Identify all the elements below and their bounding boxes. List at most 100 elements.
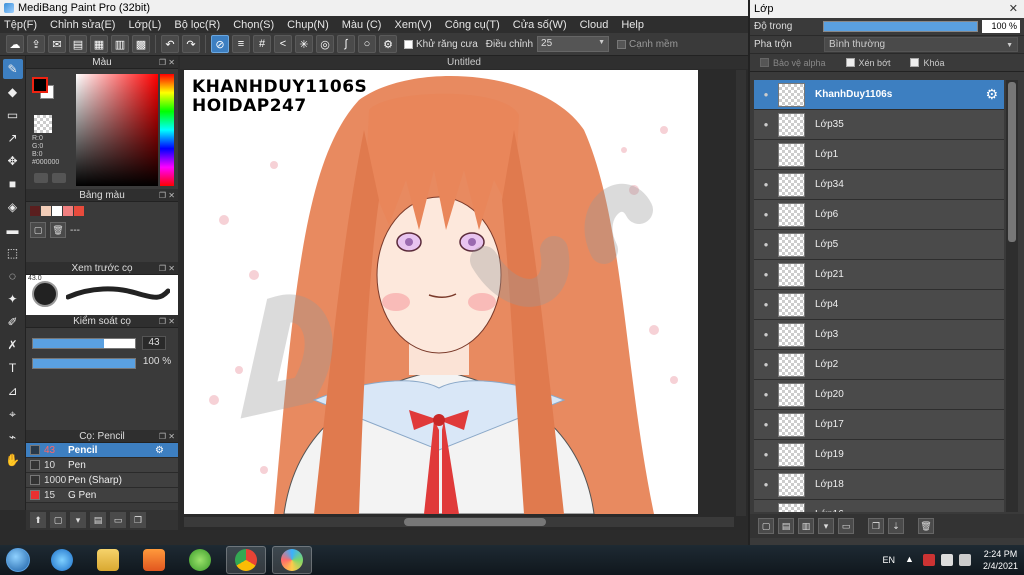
antialias-checkbox[interactable] bbox=[404, 39, 413, 49]
brush-item[interactable]: 10 Pen bbox=[26, 458, 178, 473]
palette-swatch[interactable] bbox=[74, 206, 84, 216]
brush-size-value[interactable]: 43 bbox=[142, 336, 166, 350]
lasso-tool-icon[interactable]: ◌ bbox=[3, 266, 23, 286]
panel-pin-icon[interactable]: ❐ ✕ bbox=[159, 189, 175, 202]
undo-icon[interactable]: ↶ bbox=[161, 35, 179, 53]
bucket-tool-icon[interactable]: ◈ bbox=[3, 197, 23, 217]
select-eraser-tool-icon[interactable]: ✗ bbox=[3, 335, 23, 355]
menu-cloud[interactable]: Cloud bbox=[580, 19, 609, 31]
brush-folder-icon[interactable]: ▭ bbox=[110, 512, 126, 528]
visibility-eye-icon[interactable]: ● bbox=[754, 420, 778, 429]
eraser-tool-icon[interactable]: ◆ bbox=[3, 82, 23, 102]
grid-snap-icon[interactable]: # bbox=[253, 35, 271, 53]
comment-icon[interactable]: ✉ bbox=[48, 35, 66, 53]
hand-tool-icon[interactable]: ✋ bbox=[3, 450, 23, 470]
palette-swatch[interactable] bbox=[41, 206, 51, 216]
dot-tool-icon[interactable]: ↗ bbox=[3, 128, 23, 148]
menu-color[interactable]: Màu (C) bbox=[342, 19, 382, 31]
taskbar-media[interactable] bbox=[134, 546, 174, 574]
layer-item[interactable]: ● Lớp35 bbox=[754, 110, 1004, 140]
select-rect-tool-icon[interactable]: ⬚ bbox=[3, 243, 23, 263]
palette-swatch[interactable] bbox=[63, 206, 73, 216]
panel-pin-icon[interactable]: ❐ ✕ bbox=[159, 262, 175, 275]
layer-item[interactable]: ● Lớp6 bbox=[754, 200, 1004, 230]
taskbar-chrome[interactable] bbox=[226, 546, 266, 574]
palette-swatch[interactable] bbox=[30, 206, 40, 216]
start-button[interactable] bbox=[0, 546, 36, 574]
layer-item[interactable]: ● Lớp21 bbox=[754, 260, 1004, 290]
new-brush-icon[interactable]: ▢ bbox=[50, 512, 66, 528]
focus-snap-icon[interactable]: < bbox=[274, 35, 292, 53]
canvas-horizontal-scrollbar[interactable] bbox=[184, 517, 734, 527]
layer-list-scrollbar[interactable] bbox=[1006, 80, 1018, 512]
visibility-eye-icon[interactable]: ● bbox=[754, 300, 778, 309]
parallel-snap-icon[interactable]: ≡ bbox=[232, 35, 250, 53]
redo-icon[interactable]: ↷ bbox=[182, 35, 200, 53]
divide-tool-icon[interactable]: ⊿ bbox=[3, 381, 23, 401]
transparent-color-swatch[interactable] bbox=[34, 115, 52, 133]
taskbar-explorer[interactable] bbox=[88, 546, 128, 574]
visibility-eye-icon[interactable]: ● bbox=[754, 90, 778, 99]
eyedropper2-tool-icon[interactable]: ⌁ bbox=[3, 427, 23, 447]
menu-snap[interactable]: Chụp(N) bbox=[287, 19, 329, 31]
menu-help[interactable]: Help bbox=[621, 19, 644, 31]
close-icon[interactable]: ✕ bbox=[1009, 0, 1018, 18]
taskbar-medibang[interactable] bbox=[272, 546, 312, 574]
panel-pin-icon[interactable]: ❐ ✕ bbox=[159, 56, 175, 69]
new-palette-icon[interactable]: ▢ bbox=[30, 222, 46, 238]
lock-checkbox[interactable]: Khóa bbox=[910, 58, 945, 68]
layer-item[interactable]: ● Lớp34 bbox=[754, 170, 1004, 200]
scroll-thumb[interactable] bbox=[404, 518, 546, 526]
menu-window[interactable]: Cửa số(W) bbox=[513, 19, 567, 31]
clipping-checkbox[interactable]: Xén bớt bbox=[845, 58, 890, 68]
upload-icon[interactable]: ⇪ bbox=[27, 35, 45, 53]
scroll-thumb[interactable] bbox=[1008, 82, 1016, 242]
cloud-icon[interactable]: ☁ bbox=[6, 35, 24, 53]
move-tool-icon[interactable]: ✥ bbox=[3, 151, 23, 171]
new-halftone-layer-icon[interactable]: ▤ bbox=[778, 518, 794, 534]
adjust-select[interactable]: 25 bbox=[537, 36, 610, 52]
visibility-eye-icon[interactable]: ● bbox=[754, 120, 778, 129]
brush-size-slider[interactable] bbox=[32, 337, 136, 349]
volume-icon[interactable] bbox=[958, 554, 971, 566]
radial-snap-icon[interactable]: ✳ bbox=[295, 35, 313, 53]
layer-item[interactable]: ● Lớp5 bbox=[754, 230, 1004, 260]
menu-filter[interactable]: Bộ lọc(R) bbox=[174, 19, 220, 31]
grid-icon[interactable]: ▩ bbox=[132, 35, 150, 53]
menu-file[interactable]: Tệp(F) bbox=[4, 19, 37, 31]
saturation-value-box[interactable] bbox=[76, 74, 158, 186]
color-swap-button[interactable] bbox=[52, 173, 66, 183]
add-brush-icon[interactable]: ⬆ bbox=[30, 512, 46, 528]
layer-item[interactable]: ● Lớp2 bbox=[754, 350, 1004, 380]
document-icon[interactable]: ▦ bbox=[90, 35, 108, 53]
document-tab[interactable]: Untitled bbox=[180, 56, 748, 69]
gear-icon[interactable]: ⚙ bbox=[155, 445, 164, 456]
visibility-eye-icon[interactable]: ● bbox=[754, 270, 778, 279]
layer-item[interactable]: ● Lớp20 bbox=[754, 380, 1004, 410]
taskbar-ie[interactable] bbox=[42, 546, 82, 574]
brush-item[interactable]: 43 Pencil ⚙ bbox=[26, 443, 178, 458]
rect-tool-icon[interactable]: ▭ bbox=[3, 105, 23, 125]
brush-item[interactable]: 1000 Pen (Sharp) bbox=[26, 473, 178, 488]
layer-opacity-value[interactable]: 100 % bbox=[982, 20, 1020, 33]
menu-select[interactable]: Chọn(S) bbox=[233, 19, 274, 31]
text-tool-icon[interactable]: T bbox=[3, 358, 23, 378]
blend-mode-select[interactable]: Bình thường bbox=[824, 37, 1018, 52]
brush-settings-icon[interactable]: ▤ bbox=[90, 512, 106, 528]
visibility-eye-icon[interactable]: ● bbox=[754, 240, 778, 249]
flag-icon[interactable] bbox=[940, 554, 953, 566]
clock[interactable]: 2:24 PM 2/4/2021 bbox=[983, 548, 1018, 572]
gradient-tool-icon[interactable]: ▬ bbox=[3, 220, 23, 240]
layer-item[interactable]: ● KhanhDuy1106s ⚙ bbox=[754, 80, 1004, 110]
eyedropper-tool-icon[interactable]: ⌖ bbox=[3, 404, 23, 424]
hue-slider[interactable] bbox=[160, 74, 174, 186]
select-pen-tool-icon[interactable]: ✐ bbox=[3, 312, 23, 332]
language-indicator[interactable]: EN bbox=[882, 555, 895, 565]
layer-folder-icon[interactable]: ▭ bbox=[838, 518, 854, 534]
brush-tool-icon[interactable]: ✎ bbox=[2, 59, 23, 79]
delete-palette-icon[interactable]: 🗑 bbox=[50, 222, 66, 238]
visibility-eye-icon[interactable]: ● bbox=[754, 360, 778, 369]
delete-layer-icon[interactable]: 🗑 bbox=[918, 518, 934, 534]
layout-icon[interactable]: ▥ bbox=[111, 35, 129, 53]
brush-item[interactable]: 15 G Pen bbox=[26, 488, 178, 503]
